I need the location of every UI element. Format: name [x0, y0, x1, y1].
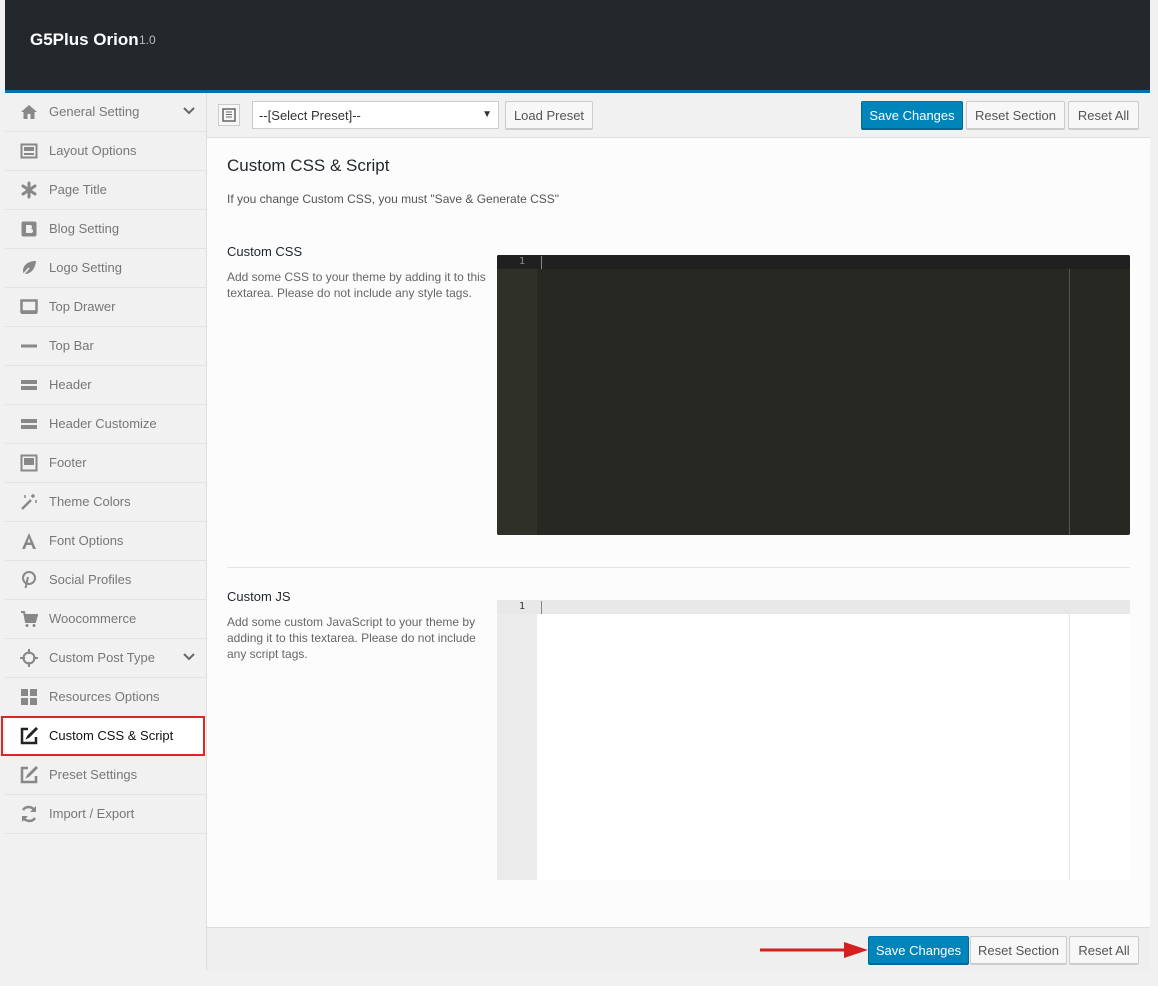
section-title: Custom CSS & Script [227, 156, 390, 175]
sidebar-item-custom-post-type[interactable]: Custom Post Type [5, 639, 206, 678]
top-toolbar: --[Select Preset]-- ▼ Load Preset Save C… [207, 93, 1150, 138]
footer-icon [19, 453, 39, 473]
custom-css-title: Custom CSS [227, 244, 303, 259]
sidebar-item-font-options[interactable]: Font Options [5, 522, 206, 561]
custom-js-description: Add some custom JavaScript to your theme… [227, 615, 476, 661]
sidebar-item-label: Page Title [49, 182, 107, 197]
save-changes-button[interactable]: Save Changes [861, 101, 963, 129]
custom-js-title: Custom JS [227, 589, 291, 604]
sidebar: General Setting Layout Options Page Titl… [5, 93, 207, 970]
app-version: 1.0 [139, 33, 156, 47]
editor-gutter [497, 600, 537, 880]
editor-print-margin [1069, 614, 1070, 880]
dropdown-arrow-icon: ▼ [482, 109, 492, 120]
sidebar-item-label: Top Drawer [49, 299, 116, 314]
editor-cursor [541, 256, 542, 269]
footer-reset-all-button[interactable]: Reset All [1069, 936, 1139, 964]
sidebar-item-import-export[interactable]: Import / Export [5, 795, 206, 834]
sidebar-item-footer[interactable]: Footer [5, 444, 206, 483]
preset-select[interactable]: --[Select Preset]-- ▼ [252, 101, 499, 129]
sidebar-item-header-customize[interactable]: Header Customize [5, 405, 206, 444]
sidebar-item-label: Header Customize [49, 416, 157, 431]
reset-section-button[interactable]: Reset Section [966, 101, 1065, 129]
edit-icon [19, 765, 39, 785]
header-customize-icon [19, 414, 39, 434]
sidebar-item-resources-options[interactable]: Resources Options [5, 678, 206, 717]
field-divider [227, 567, 1130, 568]
custom-js-editor[interactable]: 1 [497, 600, 1130, 880]
sidebar-item-blog-setting[interactable]: Blog Setting [5, 210, 206, 249]
footer-reset-section-button[interactable]: Reset Section [970, 936, 1067, 964]
editor-active-line [497, 255, 1130, 269]
reset-all-button[interactable]: Reset All [1068, 101, 1139, 129]
sidebar-item-label: Font Options [49, 533, 124, 548]
sidebar-item-preset-settings[interactable]: Preset Settings [5, 756, 206, 795]
sidebar-item-layout-options[interactable]: Layout Options [5, 132, 206, 171]
sidebar-item-label: Footer [49, 455, 87, 470]
sidebar-item-label: Resources Options [49, 689, 160, 704]
sidebar-item-label: Theme Colors [49, 494, 131, 509]
sidebar-item-top-bar[interactable]: Top Bar [5, 327, 206, 366]
cart-icon [19, 609, 39, 629]
app-title: G5Plus Orion [30, 30, 139, 49]
sidebar-item-label: Layout Options [49, 143, 137, 158]
sidebar-item-general-setting[interactable]: General Setting [5, 93, 206, 132]
sidebar-item-label: Woocommerce [49, 611, 137, 626]
footer-save-changes-button[interactable]: Save Changes [868, 936, 969, 964]
pinterest-icon [19, 570, 39, 590]
admin-header: G5Plus Orion 1.0 [5, 0, 1150, 90]
minus-icon [19, 336, 39, 356]
editor-cursor [541, 601, 542, 614]
sidebar-item-header[interactable]: Header [5, 366, 206, 405]
header-icon [19, 375, 39, 395]
grid-icon [19, 687, 39, 707]
sidebar-item-custom-css-script[interactable]: Custom CSS & Script [5, 717, 206, 756]
refresh-icon [19, 804, 39, 824]
red-arrow-annotation [760, 942, 868, 958]
editor-print-margin [1069, 269, 1070, 535]
font-icon [19, 531, 39, 551]
editor-gutter [497, 255, 537, 535]
load-preset-button[interactable]: Load Preset [505, 101, 593, 129]
leaf-icon [19, 258, 39, 278]
asterisk-icon [19, 180, 39, 200]
sidebar-item-logo-setting[interactable]: Logo Setting [5, 249, 206, 288]
editor-active-line [497, 600, 1130, 614]
sidebar-item-theme-colors[interactable]: Theme Colors [5, 483, 206, 522]
sidebar-item-label: Top Bar [49, 338, 94, 353]
chevron-down-icon[interactable] [182, 650, 196, 664]
chevron-down-icon[interactable] [182, 104, 196, 118]
sidebar-item-label: General Setting [49, 104, 140, 119]
magic-wand-icon [19, 492, 39, 512]
edit-icon [19, 726, 39, 746]
sidebar-item-page-title[interactable]: Page Title [5, 171, 206, 210]
sidebar-item-label: Preset Settings [49, 767, 138, 782]
sidebar-item-label: Social Profiles [49, 572, 132, 587]
custom-css-description: Add some CSS to your theme by adding it … [227, 270, 486, 300]
main-panel: --[Select Preset]-- ▼ Load Preset Save C… [207, 93, 1150, 971]
editor-line-number: 1 [518, 601, 525, 612]
sidebar-item-label: Custom Post Type [49, 650, 155, 665]
custom-css-editor[interactable]: 1 [497, 255, 1130, 535]
section-description: If you change Custom CSS, you must "Save… [227, 192, 560, 206]
sidebar-item-label: Logo Setting [49, 260, 123, 275]
preset-icon[interactable] [218, 104, 240, 126]
monitor-icon [19, 297, 39, 317]
bottom-toolbar: Save Changes Reset Section Reset All [207, 927, 1150, 971]
sidebar-item-woocommerce[interactable]: Woocommerce [5, 600, 206, 639]
sidebar-item-label: Import / Export [49, 806, 135, 821]
editor-line-number: 1 [518, 256, 525, 267]
sidebar-item-social-profiles[interactable]: Social Profiles [5, 561, 206, 600]
sidebar-item-label: Header [49, 377, 92, 392]
blog-icon [19, 219, 39, 239]
sidebar-item-top-drawer[interactable]: Top Drawer [5, 288, 206, 327]
preset-select-value: --[Select Preset]-- [259, 108, 361, 123]
sidebar-item-label: Blog Setting [49, 221, 120, 236]
crosshair-icon [19, 648, 39, 668]
home-icon [19, 102, 39, 122]
sidebar-item-label: Custom CSS & Script [49, 728, 174, 743]
layout-icon [19, 141, 39, 161]
